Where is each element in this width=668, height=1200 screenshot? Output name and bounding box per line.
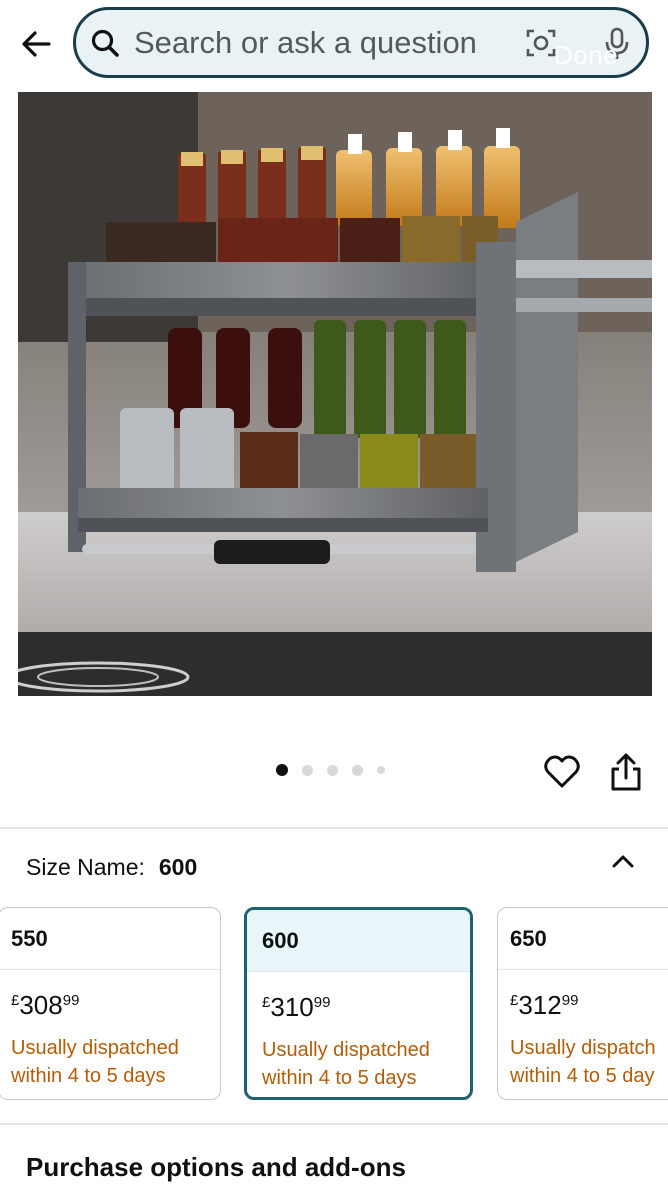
size-option-name: 650 <box>498 908 668 970</box>
size-option-550[interactable]: 550 £30899 Usually dispatched within 4 to… <box>0 907 221 1100</box>
image-carousel-dots[interactable] <box>276 764 385 776</box>
chevron-up-icon[interactable] <box>608 846 638 876</box>
spice-rack-illustration <box>18 92 652 696</box>
carousel-dot[interactable] <box>327 764 338 776</box>
size-option-600[interactable]: 600 £31099 Usually dispatched within 4 to… <box>244 907 473 1100</box>
size-option-price: £31099 <box>262 992 331 1022</box>
size-option-name: 600 <box>247 910 470 972</box>
back-arrow-icon[interactable] <box>16 24 56 64</box>
size-option-price: £31299 <box>510 990 579 1020</box>
purchase-options-heading[interactable]: Purchase options and add-ons <box>26 1152 406 1183</box>
carousel-dot[interactable] <box>352 764 363 776</box>
search-icon <box>91 29 119 57</box>
carousel-dot[interactable] <box>276 764 288 776</box>
size-option-650[interactable]: 650 £31299 Usually dispatch within 4 to 5… <box>497 907 668 1100</box>
top-bar: Done <box>0 0 668 88</box>
share-icon[interactable] <box>609 752 643 792</box>
divider <box>0 1123 668 1125</box>
search-bar[interactable]: Done <box>73 7 649 78</box>
size-label: Size Name: <box>26 853 145 880</box>
heart-icon[interactable] <box>543 753 581 791</box>
product-image[interactable] <box>18 92 652 696</box>
carousel-dot[interactable] <box>377 766 385 774</box>
size-name-row: Size Name: 600 <box>26 851 197 883</box>
size-option-price: £30899 <box>11 990 80 1020</box>
done-label[interactable]: Done <box>554 40 618 71</box>
dispatch-note: Usually dispatch within 4 to 5 day <box>510 1037 656 1087</box>
dispatch-note: Usually dispatched within 4 to 5 days <box>11 1037 179 1087</box>
camera-lens-icon[interactable] <box>525 27 557 59</box>
size-selected-value: 600 <box>158 853 198 880</box>
carousel-dot[interactable] <box>302 764 313 776</box>
search-input[interactable] <box>134 22 514 64</box>
divider <box>0 827 668 829</box>
dispatch-note: Usually dispatched within 4 to 5 days <box>262 1039 430 1089</box>
size-option-name: 550 <box>0 908 220 970</box>
